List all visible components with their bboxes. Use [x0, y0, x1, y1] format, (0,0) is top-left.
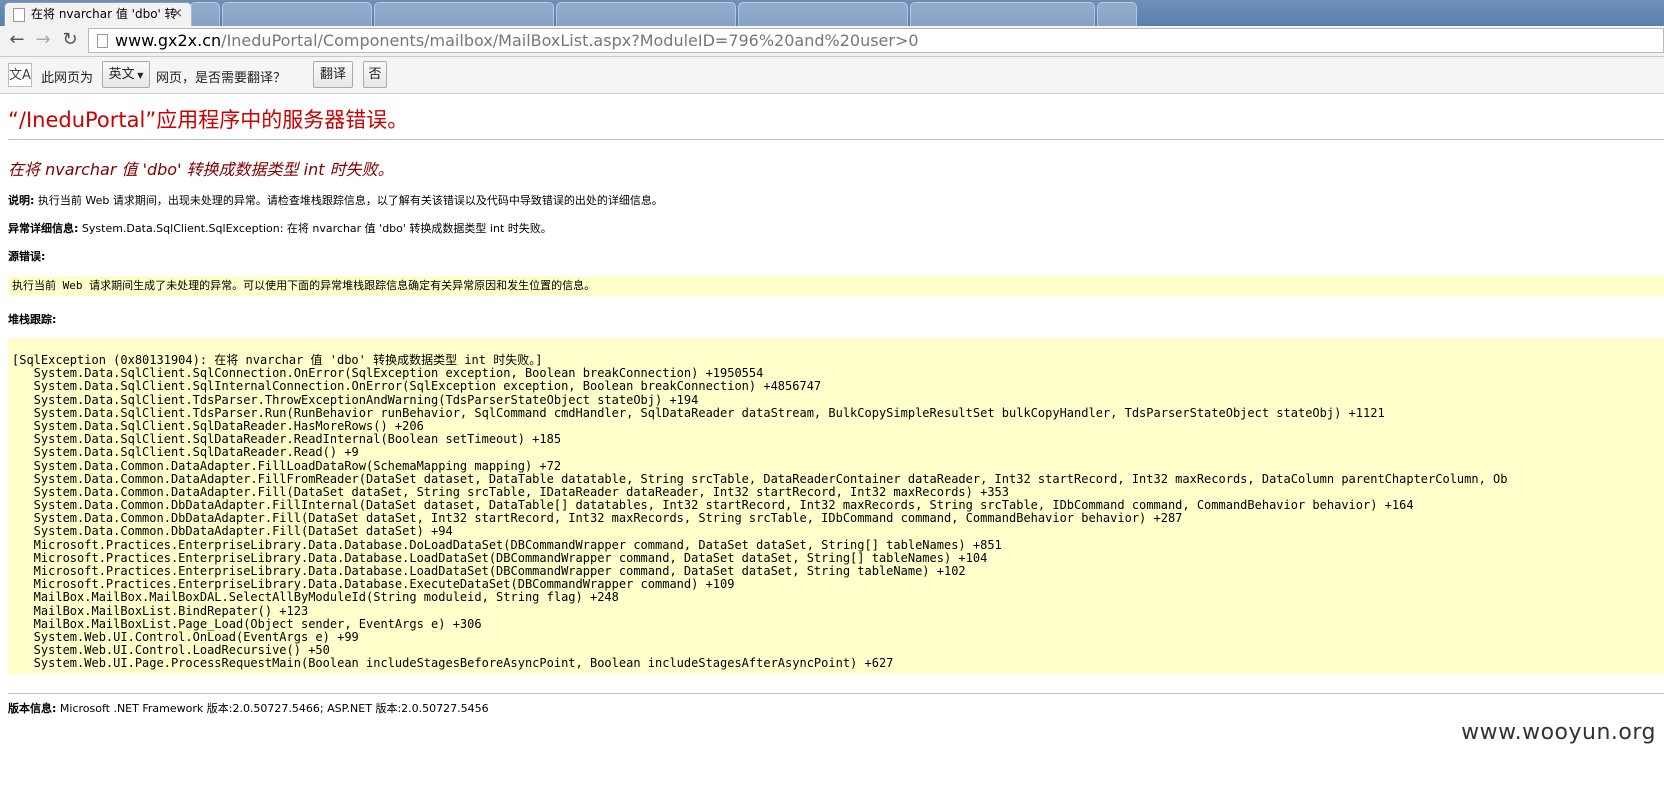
- stack-trace-line: System.Data.Common.DbDataAdapter.Fill(Da…: [12, 524, 453, 539]
- tab-background[interactable]: [556, 2, 736, 26]
- translate-icon: 文A: [8, 63, 32, 87]
- exception-line: 异常详细信息: System.Data.SqlClient.SqlExcepti…: [8, 220, 552, 236]
- stack-trace-line: Microsoft.Practices.EnterpriseLibrary.Da…: [12, 537, 1002, 552]
- stack-trace-line: MailBox.MailBoxList.BindRepater() +123: [12, 603, 309, 618]
- stack-trace-line: MailBox.MailBox.MailBoxDAL.SelectAllByMo…: [12, 590, 619, 605]
- description-line: 说明: 执行当前 Web 请求期间，出现未处理的异常。请检查堆栈跟踪信息，以了解…: [8, 192, 663, 208]
- exception-label: 异常详细信息:: [8, 222, 79, 235]
- watermark: www.wooyun.org: [1461, 720, 1656, 745]
- tab-strip: 在将 nvarchar 值 'dbo' 转 ×: [0, 0, 1664, 26]
- page-content: “/IneduPortal”应用程序中的服务器错误。 在将 nvarchar 值…: [0, 94, 1664, 807]
- address-bar[interactable]: www.gx2x.cn/IneduPortal/Components/mailb…: [88, 28, 1664, 53]
- stack-trace-line: System.Data.Common.DataAdapter.FillFromR…: [12, 471, 1508, 486]
- version-text: Microsoft .NET Framework 版本:2.0.50727.54…: [59, 702, 489, 715]
- divider: [8, 139, 1664, 140]
- stack-trace-line: System.Data.SqlClient.SqlDataReader.Read…: [12, 445, 359, 460]
- tab-background[interactable]: [910, 2, 1095, 26]
- source-error-heading: 源错误:: [8, 248, 45, 264]
- language-select[interactable]: 英文 ▼: [102, 61, 150, 88]
- stack-trace-label: 堆栈跟踪:: [8, 313, 57, 326]
- source-error-box: 执行当前 Web 请求期间生成了未处理的异常。可以使用下面的异常堆栈跟踪信息确定…: [8, 276, 1664, 296]
- description-label: 说明:: [8, 194, 35, 207]
- divider: [8, 693, 1664, 694]
- translate-question: 网页，是否需要翻译？: [156, 71, 287, 86]
- tab-background[interactable]: [738, 2, 908, 26]
- version-label: 版本信息:: [8, 702, 57, 715]
- stack-trace-box: [SqlException (0x80131904): 在将 nvarchar …: [8, 338, 1664, 674]
- language-value: 英文: [108, 67, 135, 82]
- stack-trace-line: System.Web.UI.Page.ProcessRequestMain(Bo…: [12, 656, 894, 671]
- translate-prefix: 此网页为: [41, 71, 94, 86]
- source-error-label: 源错误:: [8, 250, 46, 263]
- chevron-down-icon: ▼: [134, 71, 144, 80]
- back-arrow-icon[interactable]: ←: [6, 29, 28, 51]
- version-line: 版本信息: Microsoft .NET Framework 版本:2.0.50…: [8, 700, 489, 716]
- url-host: www.gx2x.cn: [115, 31, 222, 50]
- browser-toolbar: ← → ↻ www.gx2x.cn/IneduPortal/Components…: [0, 26, 1664, 57]
- page-icon: [97, 34, 108, 48]
- stack-trace-heading: 堆栈跟踪:: [8, 311, 56, 327]
- forward-arrow-icon[interactable]: →: [32, 29, 54, 51]
- tab-active[interactable]: 在将 nvarchar 值 'dbo' 转 ×: [4, 2, 192, 26]
- tab-title: 在将 nvarchar 值 'dbo' 转: [31, 7, 177, 21]
- stack-trace-line: MailBox.MailBoxList.Page_Load(Object sen…: [12, 616, 482, 631]
- tab-close-icon[interactable]: ×: [172, 3, 183, 25]
- stack-trace-line: System.Data.SqlClient.TdsParser.Run(RunB…: [12, 405, 1385, 420]
- no-translate-button[interactable]: 否: [363, 61, 387, 88]
- translate-button[interactable]: 翻译: [313, 61, 353, 88]
- stack-trace-line: System.Data.Common.DataAdapter.FillLoadD…: [12, 458, 562, 473]
- page-title: “/IneduPortal”应用程序中的服务器错误。: [8, 108, 409, 132]
- stack-trace-line: System.Data.SqlClient.SqlInternalConnect…: [12, 379, 822, 394]
- new-tab-button[interactable]: [190, 2, 220, 26]
- exception-text: System.Data.SqlClient.SqlException: 在将 n…: [81, 222, 552, 235]
- tab-background[interactable]: [222, 2, 372, 26]
- tab-background[interactable]: [1097, 2, 1137, 26]
- description-text: 执行当前 Web 请求期间，出现未处理的异常。请检查堆栈跟踪信息，以了解有关该错…: [37, 194, 663, 207]
- url-path: /IneduPortal/Components/mailbox/MailBoxL…: [221, 31, 919, 50]
- tab-background[interactable]: [374, 2, 554, 26]
- stack-trace-line: System.Data.SqlClient.TdsParser.ThrowExc…: [12, 392, 699, 407]
- page-favicon-icon: [13, 8, 25, 22]
- translate-bar: 文A 此网页为 英文 ▼ 网页，是否需要翻译？ 翻译 否: [0, 57, 1664, 94]
- error-subtitle: 在将 nvarchar 值 'dbo' 转换成数据类型 int 时失败。: [8, 160, 394, 179]
- reload-icon[interactable]: ↻: [59, 29, 81, 51]
